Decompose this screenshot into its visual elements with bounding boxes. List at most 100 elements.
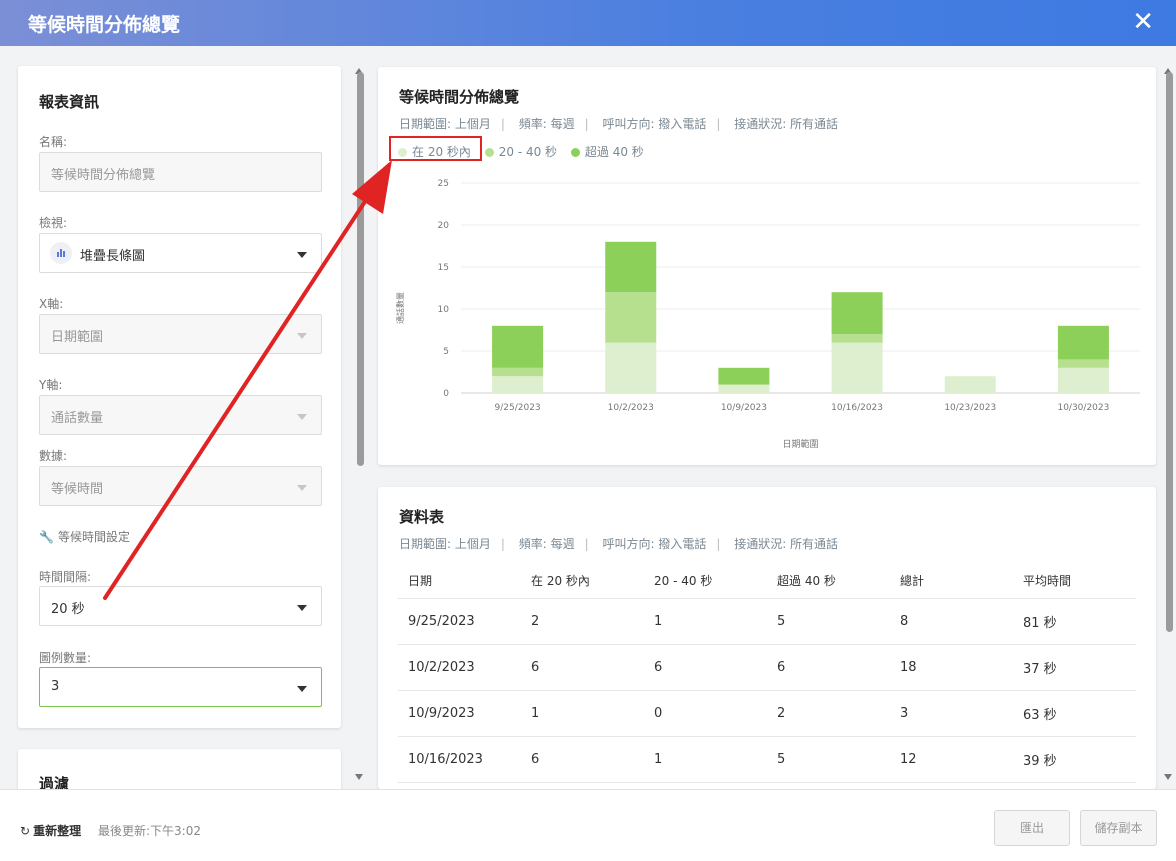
cell: 37 秒 bbox=[1013, 644, 1136, 691]
col-total: 總計 bbox=[890, 563, 1013, 599]
legend-count-label: 圖例數量: bbox=[39, 651, 92, 665]
settings-panel: 報表資訊 名稱: 等候時間分佈總覽 檢視: 堆疊長條圖 X軸: 日期範圍 Y軸:… bbox=[0, 46, 352, 789]
bar-segment bbox=[605, 342, 657, 393]
cell: 63 秒 bbox=[1013, 690, 1136, 737]
bar-segment bbox=[944, 376, 996, 393]
y-axis-value: 通話數量 bbox=[51, 411, 104, 426]
bar-segment bbox=[718, 367, 770, 385]
interval-label: 時間間隔: bbox=[39, 570, 92, 584]
interval-value: 20 秒 bbox=[51, 602, 85, 617]
bar-segment bbox=[492, 376, 544, 393]
table-row: 10/16/2023 6 1 5 12 39 秒 bbox=[398, 736, 1136, 783]
cell: 39 秒 bbox=[1013, 736, 1136, 783]
meta-direction: 呼叫方向: 撥入電話 bbox=[602, 537, 707, 551]
legend-label: 超過 40 秒 bbox=[584, 145, 644, 159]
legend-dot bbox=[484, 148, 494, 157]
cell: 12 bbox=[890, 736, 1013, 783]
bar-segment bbox=[718, 384, 770, 393]
scroll-down-icon[interactable] bbox=[1164, 774, 1172, 780]
chart-legend: 在 20 秒內 20 - 40 秒 超過 40 秒 bbox=[389, 136, 654, 161]
scroll-down-icon[interactable] bbox=[355, 774, 363, 780]
legend-highlight-box bbox=[389, 136, 482, 161]
x-axis-select[interactable]: 日期範圍 bbox=[39, 314, 322, 354]
x-tick-label: 10/9/2023 bbox=[721, 403, 767, 413]
right-scrollbar[interactable] bbox=[1163, 68, 1175, 780]
legend-count-select[interactable]: 3 bbox=[39, 667, 322, 707]
x-tick-label: 10/23/2023 bbox=[944, 403, 996, 413]
left-scrollbar[interactable] bbox=[354, 68, 366, 780]
meta-direction: 呼叫方向: 撥入電話 bbox=[602, 117, 707, 131]
chevron-down-icon bbox=[297, 414, 307, 420]
cell: 6 bbox=[521, 736, 644, 783]
chevron-down-icon bbox=[297, 333, 307, 339]
report-info-card: 報表資訊 名稱: 等候時間分佈總覽 檢視: 堆疊長條圖 X軸: 日期範圍 Y軸:… bbox=[18, 66, 341, 728]
wrench-icon: 🔧 bbox=[39, 530, 54, 544]
x-axis-title: 日期範圍 bbox=[782, 438, 818, 450]
meta-status: 接通狀況: 所有通話 bbox=[734, 537, 839, 551]
wait-time-settings-link[interactable]: 🔧 等候時間設定 bbox=[39, 528, 130, 545]
cell: 6 bbox=[521, 644, 644, 691]
meta-frequency: 頻率: 每週 bbox=[518, 117, 575, 131]
window-titlebar: 等候時間分佈總覽 ✕ bbox=[0, 0, 1176, 46]
table-header-row: 日期 在 20 秒內 20 - 40 秒 超過 40 秒 總計 平均時間 bbox=[398, 563, 1136, 599]
bar-segment bbox=[492, 325, 544, 368]
data-select[interactable]: 等候時間 bbox=[39, 466, 322, 506]
name-field-placeholder: 等候時間分佈總覽 bbox=[51, 168, 156, 183]
y-axis-select[interactable]: 通話數量 bbox=[39, 395, 322, 435]
cell: 81 秒 bbox=[1013, 598, 1136, 645]
chart-card: 等候時間分佈總覽 日期範圍: 上個月 | 頻率: 每週 | 呼叫方向: 撥入電話 | … bbox=[378, 67, 1156, 465]
view-select[interactable]: 堆疊長條圖 bbox=[39, 233, 322, 273]
left-scroll-thumb[interactable] bbox=[357, 72, 364, 466]
y-axis-label: Y軸: bbox=[39, 378, 63, 392]
bar-segment bbox=[1057, 325, 1109, 360]
data-value: 等候時間 bbox=[51, 482, 104, 497]
legend-dot bbox=[570, 148, 580, 157]
bar-segment bbox=[1057, 367, 1109, 393]
col-under-20: 在 20 秒內 bbox=[521, 563, 644, 599]
cell: 2 bbox=[521, 598, 644, 645]
col-date: 日期 bbox=[398, 563, 521, 599]
legend-item-20-40[interactable]: 20 - 40 秒 bbox=[484, 143, 557, 160]
refresh-label: 重新整理 bbox=[33, 824, 82, 838]
cell: 1 bbox=[644, 598, 767, 645]
refresh-button[interactable]: ↻ 重新整理 bbox=[20, 822, 81, 839]
cell: 5 bbox=[767, 736, 890, 783]
data-label: 數據: bbox=[39, 449, 68, 463]
cell: 0 bbox=[644, 690, 767, 737]
cell: 8 bbox=[890, 598, 1013, 645]
x-tick-label: 10/2/2023 bbox=[608, 403, 654, 413]
cell: 6 bbox=[767, 644, 890, 691]
cell: 1 bbox=[644, 736, 767, 783]
close-icon[interactable]: ✕ bbox=[1132, 7, 1154, 37]
y-tick-label: 15 bbox=[438, 263, 449, 273]
stacked-bar-chart: 0 5 10 15 20 25 9/25/2023 10/2/2023 10/9/2023 10/… bbox=[395, 179, 1140, 450]
right-scroll-thumb[interactable] bbox=[1166, 72, 1173, 632]
refresh-icon: ↻ bbox=[20, 824, 31, 838]
bar-segment bbox=[1057, 359, 1109, 368]
name-field[interactable]: 等候時間分佈總覽 bbox=[39, 152, 322, 192]
cell: 2 bbox=[767, 690, 890, 737]
y-tick-label: 0 bbox=[443, 389, 449, 399]
meta-date-range: 日期範圍: 上個月 bbox=[399, 117, 491, 131]
y-tick-label: 20 bbox=[438, 221, 450, 231]
cell: 18 bbox=[890, 644, 1013, 691]
filter-title: 過濾 bbox=[39, 775, 70, 789]
chevron-down-icon bbox=[297, 485, 307, 491]
last-updated: 最後更新:下午3:02 bbox=[98, 824, 201, 838]
export-button[interactable]: 匯出 bbox=[994, 810, 1070, 846]
cell: 1 bbox=[521, 690, 644, 737]
bar-segment bbox=[492, 367, 544, 377]
cell: 9/25/2023 bbox=[398, 598, 521, 645]
interval-select[interactable]: 20 秒 bbox=[39, 586, 322, 626]
bar-chart-icon bbox=[50, 242, 72, 264]
legend-item-over-40[interactable]: 超過 40 秒 bbox=[570, 143, 644, 160]
cell: 6 bbox=[644, 644, 767, 691]
table-row: 10/2/2023 6 6 6 18 37 秒 bbox=[398, 644, 1136, 691]
meta-status: 接通狀況: 所有通話 bbox=[734, 117, 839, 131]
y-tick-label: 5 bbox=[443, 347, 449, 357]
col-over-40: 超過 40 秒 bbox=[767, 563, 890, 599]
bar-segment bbox=[605, 292, 657, 343]
save-copy-button[interactable]: 儲存副本 bbox=[1080, 810, 1157, 846]
chevron-down-icon bbox=[297, 605, 307, 611]
data-table: 日期 在 20 秒內 20 - 40 秒 超過 40 秒 總計 平均時間 9/2… bbox=[398, 563, 1136, 783]
